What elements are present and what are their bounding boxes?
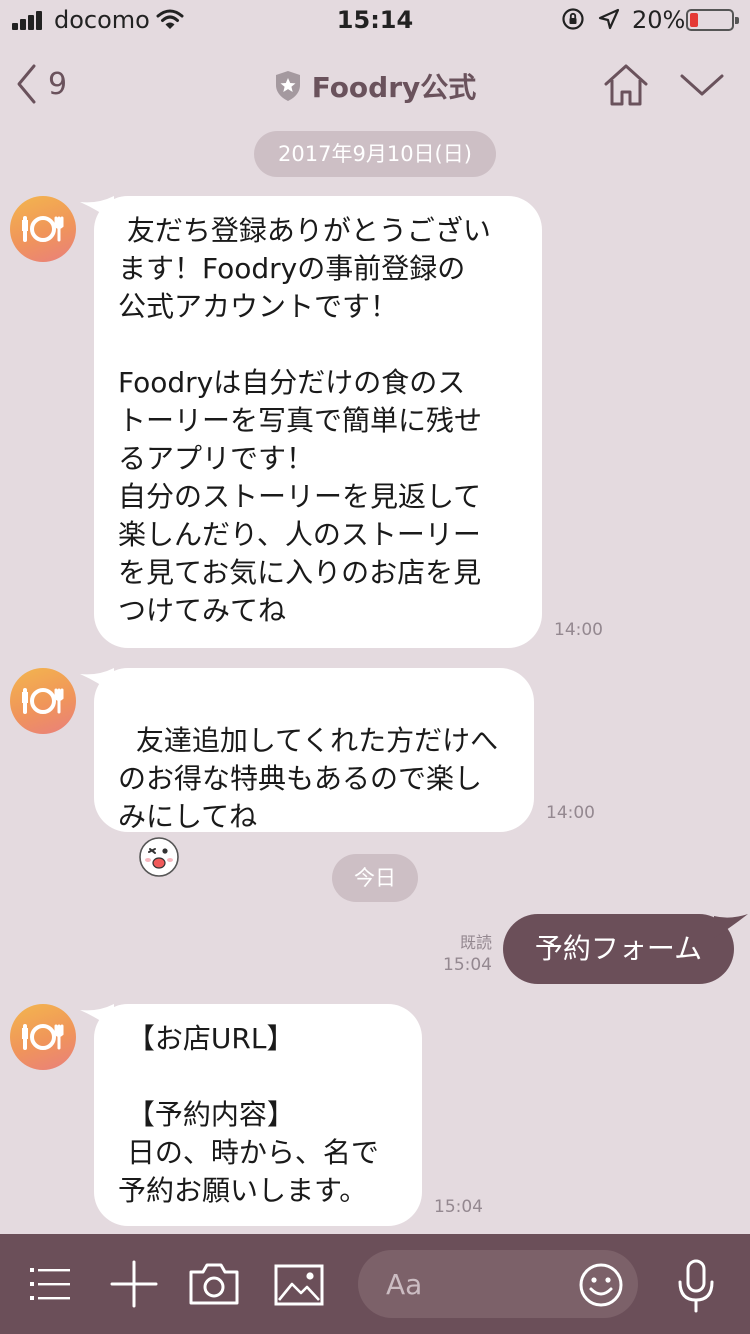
message-text: 友達追加してくれた方だけへ のお得な特典もあるので楽し みにしてね xyxy=(118,724,499,833)
microphone-icon[interactable] xyxy=(676,1258,716,1314)
fork-plate-knife-icon xyxy=(22,688,64,714)
avatar xyxy=(10,196,76,262)
message-bubble[interactable]: 【お店URL】 【予約内容】 日の、時から、名で 予約お願いします。 xyxy=(94,1004,422,1226)
emoji-icon[interactable] xyxy=(578,1262,624,1308)
location-arrow-icon xyxy=(598,8,620,30)
menu-icon[interactable] xyxy=(28,1264,72,1304)
read-label: 既読 xyxy=(459,933,492,952)
message-bubble[interactable]: 友達追加してくれた方だけへ のお得な特典もあるので楽し みにしてね xyxy=(94,668,534,877)
message-time: 14:00 xyxy=(546,803,595,823)
chevron-down-icon[interactable] xyxy=(678,70,726,100)
avatar xyxy=(10,668,76,734)
plus-icon[interactable] xyxy=(110,1260,158,1308)
status-bar: docomo 15:14 20% xyxy=(0,0,750,40)
date-separator: 2017年9月10日(日) xyxy=(254,131,496,177)
home-icon[interactable] xyxy=(602,62,650,108)
message-time: 15:04 xyxy=(443,955,492,975)
avatar xyxy=(10,1004,76,1070)
sent-message-bubble[interactable]: 予約フォーム xyxy=(503,914,734,984)
battery-icon xyxy=(686,9,739,31)
chat-header: 9 Foodry公式 xyxy=(0,40,750,128)
battery-fill xyxy=(690,13,698,27)
image-icon[interactable] xyxy=(274,1264,324,1306)
fork-plate-knife-icon xyxy=(22,216,64,242)
message-input-bar xyxy=(0,1234,750,1334)
message-time: 14:00 xyxy=(554,620,603,640)
orientation-lock-icon xyxy=(562,8,584,30)
fork-plate-knife-icon xyxy=(22,1024,64,1050)
shield-star-icon xyxy=(275,71,300,101)
message-time: 15:04 xyxy=(434,1197,483,1217)
bubble-tail xyxy=(714,914,748,938)
date-separator-today: 今日 xyxy=(332,854,418,902)
camera-icon[interactable] xyxy=(188,1262,240,1306)
page-title: Foodry公式 xyxy=(311,71,477,104)
emoji-sticker-icon xyxy=(139,837,179,877)
battery-percent: 20% xyxy=(632,6,686,34)
message-bubble[interactable]: 友だち登録ありがとうござい ます！Foodryの事前登録の 公式アカウントです！… xyxy=(94,196,542,648)
read-receipt: 既読 15:04 xyxy=(432,932,492,976)
